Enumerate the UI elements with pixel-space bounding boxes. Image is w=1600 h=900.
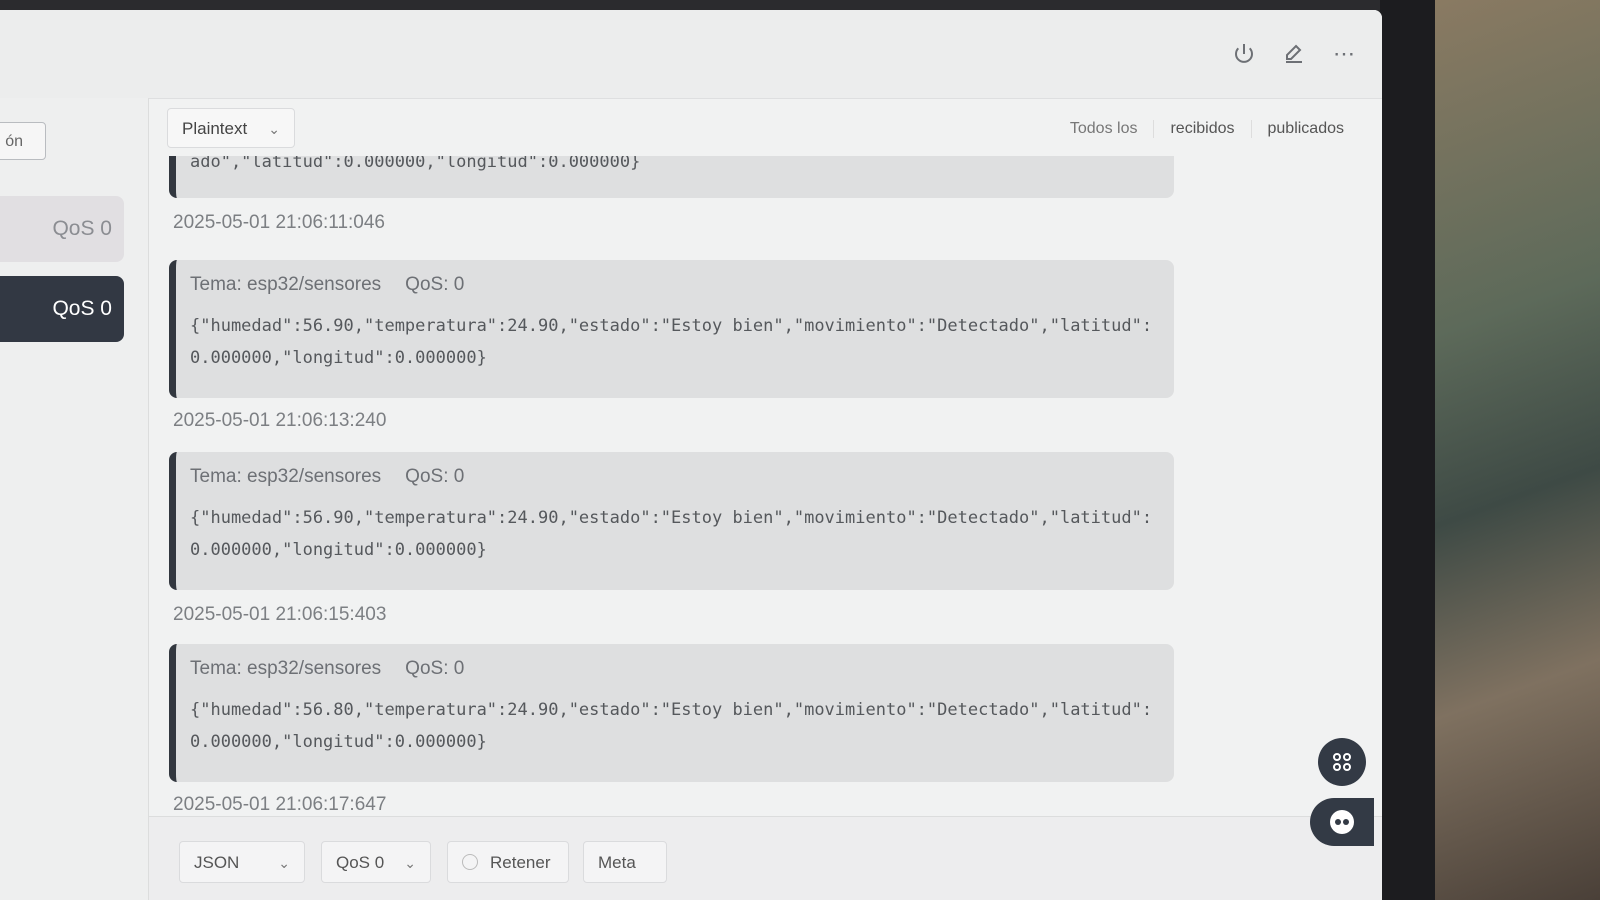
subscription-item[interactable]: QoS 0 bbox=[0, 196, 124, 262]
retain-label: Retener bbox=[490, 853, 551, 872]
assistant-icon[interactable] bbox=[1310, 798, 1374, 846]
message-bubble: Tema: esp32/sensores QoS: 0 {"humedad":56… bbox=[169, 644, 1174, 782]
message-meta: Tema: esp32/sensores QoS: 0 bbox=[190, 274, 1156, 296]
message-payload: {"humedad":56.80,"temperatura":24.90,"es… bbox=[190, 700, 1153, 752]
publish-qos-label: QoS 0 bbox=[336, 853, 385, 872]
retain-checkbox[interactable]: Retener bbox=[447, 841, 569, 883]
message-panel: Plaintext ⌄ Todos los recibidos publicad… bbox=[149, 98, 1382, 900]
subscription-item-active[interactable]: QoS 0 bbox=[0, 276, 124, 342]
checkbox-icon bbox=[462, 854, 478, 870]
message-payload: {"humedad":56.90,"temperatura":24.90,"es… bbox=[190, 316, 1153, 368]
sidebar: ón QoS 0 QoS 0 bbox=[0, 98, 149, 900]
background-photo bbox=[1430, 0, 1600, 900]
top-bar: ⋯ bbox=[0, 10, 1382, 99]
payload-format-select[interactable]: Plaintext ⌄ bbox=[167, 108, 295, 148]
message-list: ado","latitud":0.000000,"longitud":0.000… bbox=[149, 156, 1382, 816]
monitor-bezel bbox=[1380, 0, 1435, 900]
message-time: 2025-05-01 21:06:17:647 bbox=[173, 794, 387, 815]
meta-button[interactable]: Meta bbox=[583, 841, 667, 883]
message-meta: Tema: esp32/sensores QoS: 0 bbox=[190, 658, 1156, 680]
message-payload: ado","latitud":0.000000,"longitud":0.000… bbox=[190, 156, 641, 172]
message-qos: QoS: 0 bbox=[405, 658, 465, 679]
message-qos: QoS: 0 bbox=[405, 274, 465, 295]
message-filter-tabs: Todos los recibidos publicados bbox=[1054, 120, 1360, 138]
message-bubble: Tema: esp32/sensores QoS: 0 {"humedad":56… bbox=[169, 260, 1174, 398]
message-topic: Tema: esp32/sensores bbox=[190, 658, 382, 679]
format-select-label: Plaintext bbox=[182, 119, 248, 138]
filter-all[interactable]: Todos los bbox=[1054, 120, 1154, 138]
meta-label: Meta bbox=[598, 853, 636, 872]
message-time: 2025-05-01 21:06:13:240 bbox=[173, 410, 387, 431]
publish-format-label: JSON bbox=[194, 853, 240, 872]
message-bubble: Tema: esp32/sensores QoS: 0 {"humedad":56… bbox=[169, 452, 1174, 590]
publish-bar: JSON ⌄ QoS 0 ⌄ Retener Meta bbox=[149, 816, 1382, 900]
app-window: ⋯ ón QoS 0 QoS 0 Plaintext ⌄ Todos los r… bbox=[0, 10, 1382, 900]
chevron-down-icon: ⌄ bbox=[278, 855, 290, 871]
message-qos: QoS: 0 bbox=[405, 466, 465, 487]
filter-published[interactable]: publicados bbox=[1250, 120, 1361, 138]
filter-received[interactable]: recibidos bbox=[1153, 120, 1250, 138]
chevron-down-icon: ⌄ bbox=[404, 855, 416, 871]
message-payload: {"humedad":56.90,"temperatura":24.90,"es… bbox=[190, 508, 1153, 560]
message-time: 2025-05-01 21:06:11:046 bbox=[173, 212, 385, 233]
power-icon[interactable] bbox=[1230, 40, 1258, 68]
message-topic: Tema: esp32/sensores bbox=[190, 466, 382, 487]
edit-icon[interactable] bbox=[1280, 40, 1308, 68]
chevron-down-icon: ⌄ bbox=[268, 121, 280, 137]
more-icon[interactable]: ⋯ bbox=[1330, 40, 1358, 68]
message-time: 2025-05-01 21:06:15:403 bbox=[173, 604, 387, 625]
message-meta: Tema: esp32/sensores QoS: 0 bbox=[190, 466, 1156, 488]
publish-qos-select[interactable]: QoS 0 ⌄ bbox=[321, 841, 431, 883]
publish-format-select[interactable]: JSON ⌄ bbox=[179, 841, 305, 883]
top-actions: ⋯ bbox=[1230, 40, 1358, 68]
apps-icon[interactable] bbox=[1318, 738, 1366, 786]
message-bubble: ado","latitud":0.000000,"longitud":0.000… bbox=[169, 156, 1174, 198]
message-topic: Tema: esp32/sensores bbox=[190, 274, 382, 295]
sidebar-partial-button[interactable]: ón bbox=[0, 122, 46, 160]
